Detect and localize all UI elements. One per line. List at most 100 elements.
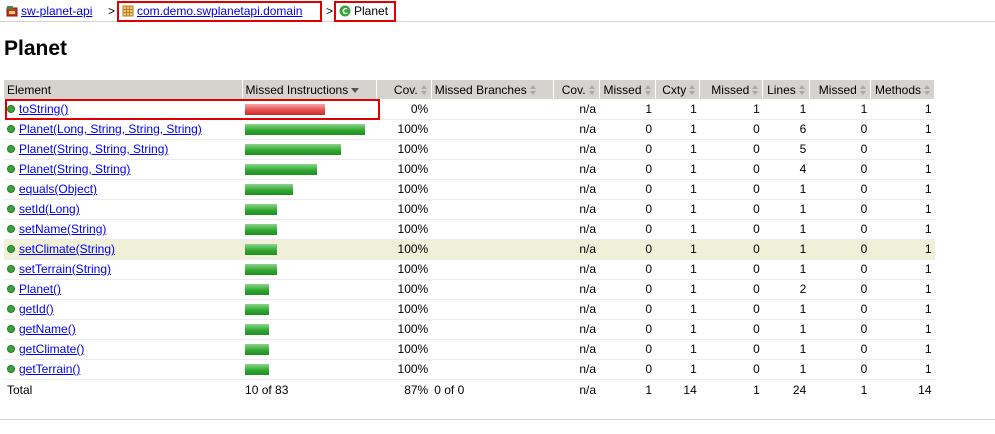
row-missed-cxty: 0 xyxy=(599,299,655,320)
table-row: getId() 100% n/a 0 1 0 1 0 1 xyxy=(4,299,935,320)
method-link[interactable]: toString() xyxy=(19,102,68,116)
table-row: Planet(String, String) 100% n/a 0 1 0 4 0 1 xyxy=(4,159,935,180)
row-cov: 100% xyxy=(376,139,432,160)
row-missed-methods: 0 xyxy=(809,179,871,200)
row-cov: 100% xyxy=(376,299,432,320)
row-lines: 1 xyxy=(762,219,810,240)
header-missed-lines[interactable]: Missed xyxy=(699,80,764,99)
method-link[interactable]: getName() xyxy=(19,322,76,336)
method-link[interactable]: setName(String) xyxy=(19,222,106,236)
covered-instructions-bar xyxy=(245,244,278,256)
header-element[interactable]: Element xyxy=(4,80,243,99)
total-label: Total xyxy=(4,378,243,400)
coverage-table: Element Missed Instructions Cov. Missed … xyxy=(4,80,936,400)
method-link[interactable]: getClimate() xyxy=(19,342,84,356)
method-link[interactable]: Planet(String, String) xyxy=(19,162,130,176)
method-link[interactable]: Planet(Long, String, String, String) xyxy=(19,122,202,136)
method-icon xyxy=(7,104,15,113)
method-link[interactable]: setTerrain(String) xyxy=(19,262,111,276)
covered-instructions-bar xyxy=(245,224,278,236)
sort-icon xyxy=(588,84,596,95)
row-missed-lines: 0 xyxy=(699,119,763,140)
row-lines: 1 xyxy=(762,99,810,120)
method-link[interactable]: Planet(String, String, String) xyxy=(19,142,168,156)
covered-instructions-bar xyxy=(245,284,270,296)
row-methods: 1 xyxy=(870,259,935,280)
method-icon xyxy=(7,365,15,373)
method-link[interactable]: equals(Object) xyxy=(19,182,97,196)
row-element-cell: getName() xyxy=(4,319,243,340)
breadcrumb: sw-planet-api > com.demo.swplanetapi.dom… xyxy=(0,0,995,22)
row-cxty: 1 xyxy=(655,99,700,120)
row-coverage-bar-cell xyxy=(242,319,377,340)
row-methods: 1 xyxy=(870,239,935,260)
row-cov: 100% xyxy=(376,259,432,280)
row-methods: 1 xyxy=(870,319,935,340)
row-missed-branches xyxy=(431,179,554,200)
sort-icon xyxy=(420,84,428,95)
row-missed-cxty: 0 xyxy=(599,159,655,180)
row-coverage-bar-cell xyxy=(242,299,377,320)
method-link[interactable]: getId() xyxy=(19,302,54,316)
breadcrumb-package-link[interactable]: com.demo.swplanetapi.domain xyxy=(137,4,302,18)
table-row: getClimate() 100% n/a 0 1 0 1 0 1 xyxy=(4,339,935,360)
row-cxty: 1 xyxy=(655,339,700,360)
header-missed-instructions[interactable]: Missed Instructions xyxy=(242,80,377,99)
row-branch-cov: n/a xyxy=(553,119,600,140)
header-missed-methods[interactable]: Missed xyxy=(809,80,871,99)
covered-instructions-bar xyxy=(245,124,366,136)
row-element-cell: toString() xyxy=(4,99,243,120)
header-cxty[interactable]: Cxty xyxy=(655,80,701,99)
method-icon xyxy=(7,245,15,253)
row-missed-methods: 0 xyxy=(809,339,871,360)
sort-icon xyxy=(859,84,867,95)
row-missed-lines: 1 xyxy=(699,99,763,120)
method-link[interactable]: setClimate(String) xyxy=(19,242,115,256)
row-coverage-bar-cell xyxy=(242,339,377,360)
header-missed-cxty[interactable]: Missed xyxy=(599,80,656,99)
row-element-cell: equals(Object) xyxy=(4,179,243,200)
row-methods: 1 xyxy=(870,299,935,320)
header-cov[interactable]: Cov. xyxy=(376,80,432,99)
row-cov: 100% xyxy=(376,359,432,380)
row-missed-cxty: 0 xyxy=(599,119,655,140)
table-total-row: Total 10 of 83 87% 0 of 0 n/a 1 14 1 24 … xyxy=(4,378,935,400)
row-missed-methods: 0 xyxy=(809,259,871,280)
header-methods[interactable]: Methods xyxy=(870,80,936,99)
row-methods: 1 xyxy=(870,219,935,240)
header-branch-cov[interactable]: Cov. xyxy=(553,80,600,99)
row-lines: 5 xyxy=(762,139,810,160)
table-row: getTerrain() 100% n/a 0 1 0 1 0 1 xyxy=(4,359,935,380)
method-icon xyxy=(7,185,15,193)
row-branch-cov: n/a xyxy=(553,159,600,180)
covered-instructions-bar xyxy=(245,204,278,216)
row-missed-lines: 0 xyxy=(699,179,763,200)
table-row: setTerrain(String) 100% n/a 0 1 0 1 0 1 xyxy=(4,259,935,280)
row-coverage-bar-cell xyxy=(242,119,377,140)
header-missed-branches[interactable]: Missed Branches xyxy=(431,80,554,99)
row-lines: 1 xyxy=(762,339,810,360)
row-cov: 100% xyxy=(376,239,432,260)
total-missed-lines: 1 xyxy=(699,378,763,400)
row-coverage-bar-cell xyxy=(242,239,377,260)
table-header-row: Element Missed Instructions Cov. Missed … xyxy=(4,80,936,99)
row-cxty: 1 xyxy=(655,239,700,260)
row-missed-branches xyxy=(431,279,554,300)
header-lines[interactable]: Lines xyxy=(762,80,810,99)
method-icon xyxy=(7,305,15,313)
row-lines: 6 xyxy=(762,119,810,140)
row-missed-lines: 0 xyxy=(699,219,763,240)
method-link[interactable]: Planet() xyxy=(19,282,61,296)
breadcrumb-session[interactable]: sw-planet-api xyxy=(6,3,92,19)
row-missed-branches xyxy=(431,359,554,380)
row-cxty: 1 xyxy=(655,279,700,300)
method-link[interactable]: getTerrain() xyxy=(19,362,80,376)
method-link[interactable]: setId(Long) xyxy=(19,202,80,216)
table-row: equals(Object) 100% n/a 0 1 0 1 0 1 xyxy=(4,179,935,200)
breadcrumb-session-link[interactable]: sw-planet-api xyxy=(21,4,92,18)
row-missed-methods: 0 xyxy=(809,119,871,140)
total-methods: 14 xyxy=(870,378,935,400)
breadcrumb-package[interactable]: com.demo.swplanetapi.domain xyxy=(122,3,302,19)
row-cxty: 1 xyxy=(655,359,700,380)
page-title: Planet xyxy=(4,37,68,60)
